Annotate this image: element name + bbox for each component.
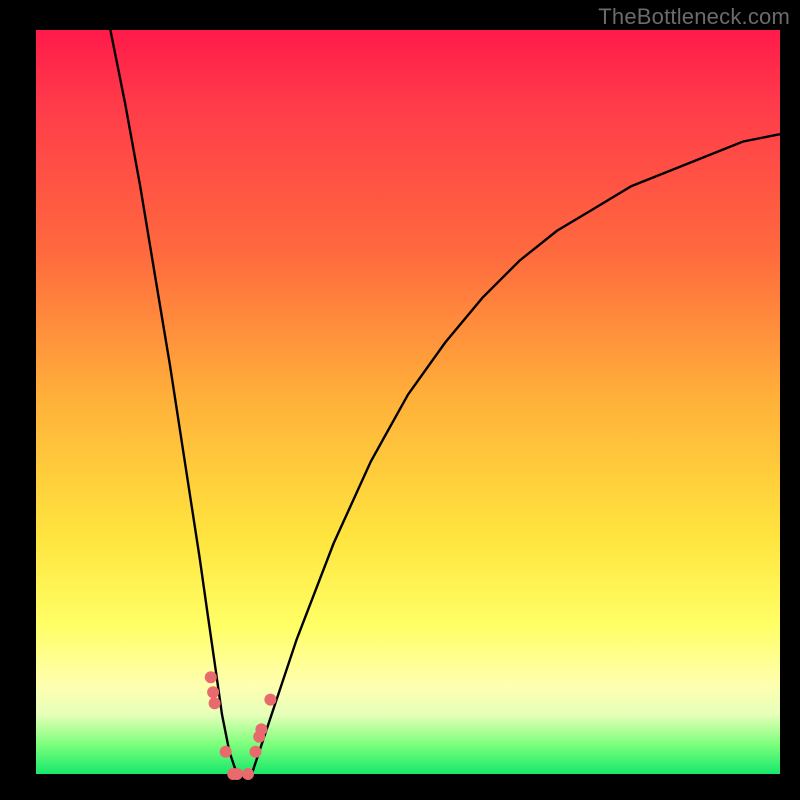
marker-point	[205, 671, 217, 683]
marker-point	[242, 768, 254, 780]
marker-point	[255, 723, 267, 735]
marker-point	[250, 746, 262, 758]
marker-point	[209, 697, 221, 709]
curve-svg	[36, 30, 780, 774]
marker-point	[220, 746, 232, 758]
watermark-text: TheBottleneck.com	[598, 4, 790, 30]
bottleneck-curve	[110, 30, 780, 774]
marker-point	[264, 694, 276, 706]
highlight-markers	[205, 671, 277, 780]
chart-frame: TheBottleneck.com	[0, 0, 800, 800]
plot-area	[36, 30, 780, 774]
marker-point	[231, 768, 243, 780]
marker-point	[207, 686, 219, 698]
